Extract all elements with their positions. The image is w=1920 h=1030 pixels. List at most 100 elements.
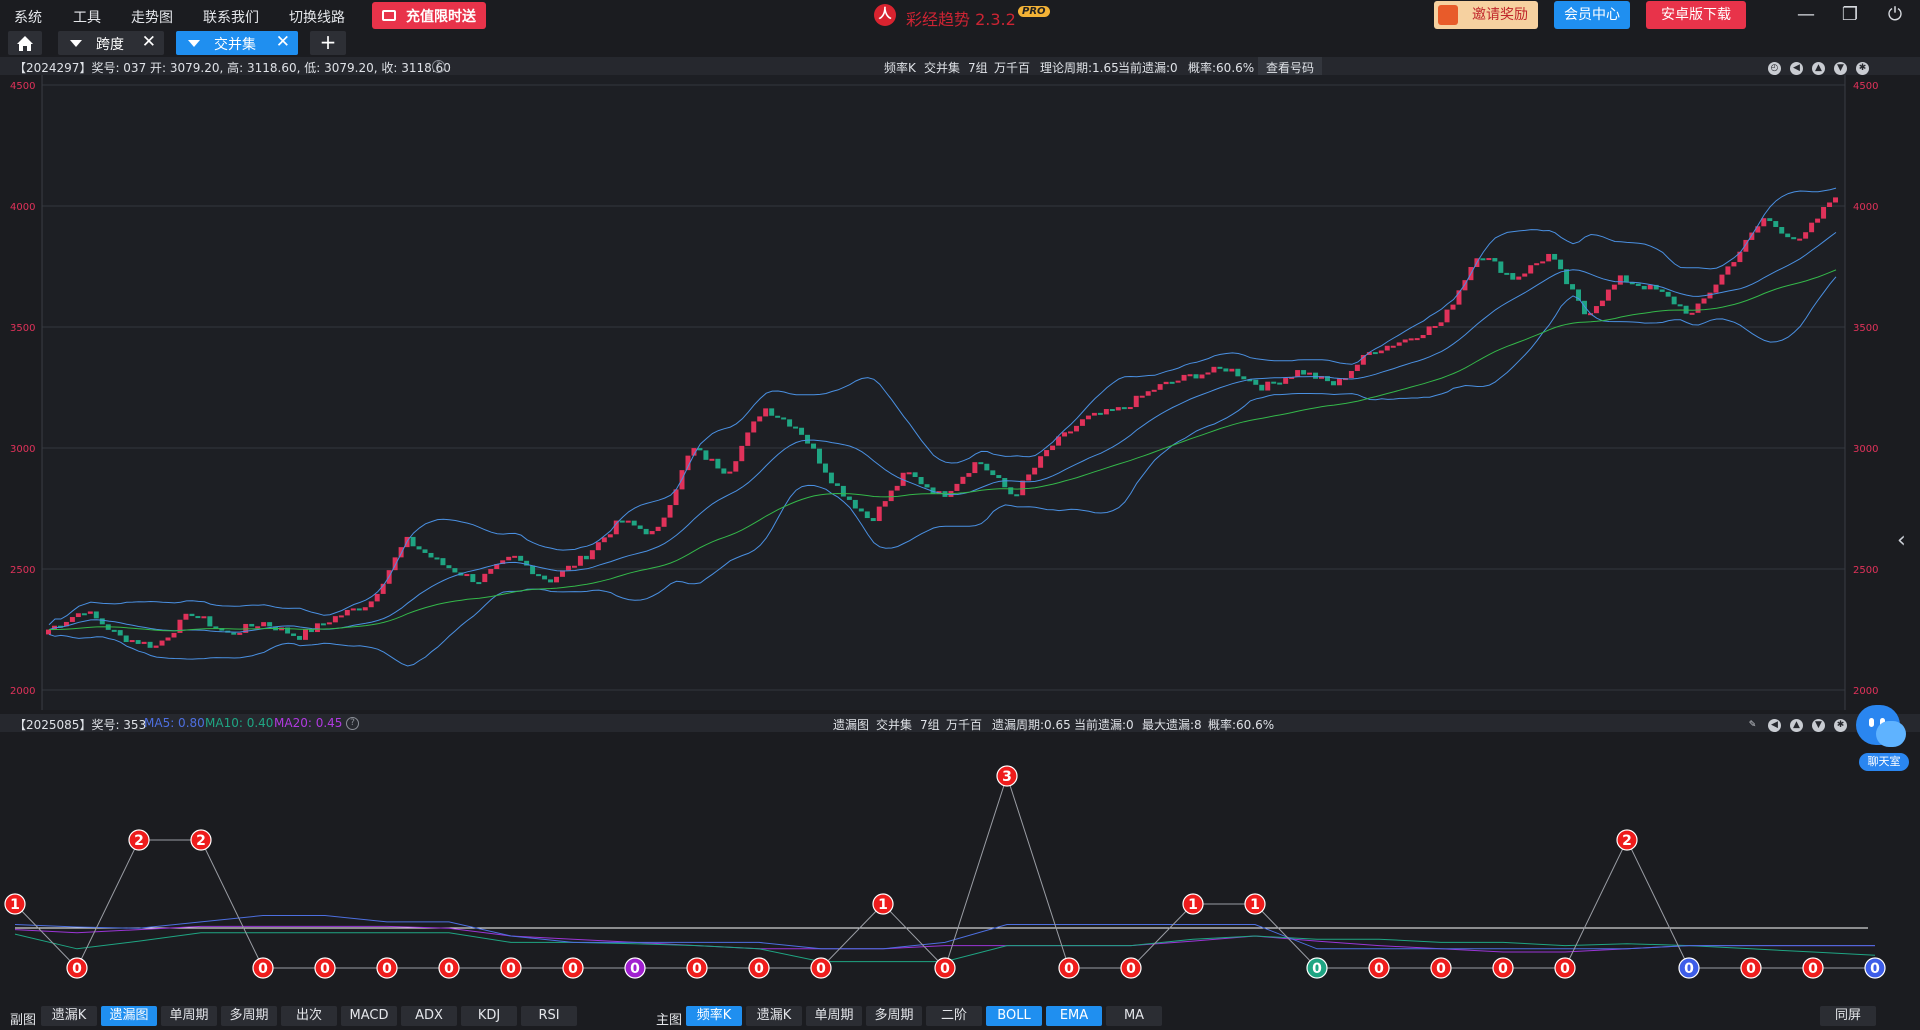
- back-icon[interactable]: ◀: [1790, 62, 1803, 75]
- candle: [715, 458, 721, 469]
- menu-switch-line[interactable]: 切换线路: [289, 7, 345, 27]
- compass-icon[interactable]: ◴: [1768, 62, 1781, 75]
- omission-value-label: 3: [1002, 769, 1012, 785]
- y-tick-label-left: 3500: [10, 323, 35, 334]
- candle: [1623, 275, 1629, 283]
- candle: [924, 484, 930, 488]
- restore-icon[interactable]: ❐: [1838, 3, 1862, 27]
- candle: [1151, 389, 1157, 392]
- sub-chart-button[interactable]: KDJ: [461, 1006, 517, 1026]
- sub-chart-button[interactable]: 遗漏图: [101, 1006, 157, 1026]
- minimize-icon[interactable]: —: [1794, 3, 1818, 27]
- collapse-panel-icon[interactable]: ‹: [1897, 528, 1906, 553]
- help-icon[interactable]: ?: [432, 60, 445, 73]
- candle: [1253, 379, 1259, 385]
- sub-chart-button[interactable]: 遗漏K: [41, 1006, 97, 1026]
- recharge-promo-button[interactable]: 充值限时送: [372, 2, 486, 29]
- menu-system[interactable]: 系统: [14, 7, 42, 27]
- main-chart-button[interactable]: 频率K: [686, 1006, 742, 1026]
- main-setting-digits: 万千百: [994, 61, 1031, 75]
- candle: [1062, 432, 1068, 437]
- candle: [894, 485, 900, 491]
- sub-chart-button[interactable]: 出次: [281, 1006, 337, 1026]
- android-download-button[interactable]: 安卓版下载: [1646, 1, 1746, 29]
- candle: [1833, 197, 1838, 203]
- candle: [1313, 372, 1319, 379]
- candle: [93, 611, 99, 619]
- sub-chart-button[interactable]: MACD: [341, 1006, 397, 1026]
- bottom-toolbar: 副图 遗漏K 遗漏图 单周期 多周期 出次 MACD ADX KDJ RSI 主图 频率K 遗漏K…: [0, 1003, 1920, 1030]
- main-chart-button[interactable]: 二阶: [926, 1006, 982, 1026]
- settings-icon[interactable]: ✱: [1834, 719, 1847, 732]
- sub-chart-button[interactable]: ADX: [401, 1006, 457, 1026]
- omission-value-label: 1: [878, 897, 888, 913]
- candle: [793, 426, 799, 429]
- invite-reward-button[interactable]: 邀请奖励: [1434, 1, 1538, 29]
- back-icon[interactable]: ◀: [1768, 719, 1781, 732]
- up-icon[interactable]: ▲: [1812, 62, 1825, 75]
- main-chart-button[interactable]: MA: [1106, 1006, 1162, 1026]
- menu-tools[interactable]: 工具: [73, 7, 101, 27]
- main-setting-current-miss: 当前遗漏:0: [1118, 61, 1178, 75]
- pin-icon[interactable]: ✎: [1746, 719, 1759, 732]
- home-icon: [17, 36, 33, 51]
- candle: [613, 520, 619, 535]
- sync-screen-button[interactable]: 同屏: [1820, 1006, 1876, 1026]
- dropdown-icon: [70, 40, 82, 47]
- candle: [548, 579, 554, 583]
- candle: [554, 576, 559, 583]
- settings-icon[interactable]: ✱: [1856, 62, 1869, 75]
- menu-contact-us[interactable]: 联系我们: [203, 7, 259, 27]
- omission-chart[interactable]: 1 0 2 2 0 0 0 0 0 0 0 0 0 0 1 0 3 0 0 1 1 0 0 0 0 0 2 0 0 0 0: [0, 733, 1920, 1001]
- app-window: 系统 工具 走势图 联系我们 切换线路 充值限时送 人 彩经趋势 2.3.2 P…: [0, 0, 1920, 1030]
- candle: [1283, 378, 1289, 384]
- down-icon[interactable]: ▼: [1812, 719, 1825, 732]
- power-icon[interactable]: ⏻: [1883, 3, 1907, 27]
- help-icon[interactable]: ?: [346, 717, 359, 730]
- candle: [1044, 450, 1050, 457]
- menu-trend-chart[interactable]: 走势图: [131, 7, 173, 27]
- dropdown-icon: [188, 40, 200, 47]
- candle: [852, 499, 858, 509]
- candle: [302, 629, 308, 640]
- member-center-button[interactable]: 会员中心: [1554, 1, 1630, 29]
- candle: [506, 556, 512, 561]
- sub-chart-button[interactable]: RSI: [521, 1006, 577, 1026]
- omission-value-label: 0: [1126, 961, 1136, 977]
- main-chart-button[interactable]: 遗漏K: [746, 1006, 802, 1026]
- candle: [775, 415, 781, 418]
- candle: [1091, 412, 1097, 416]
- omission-value-label: 0: [754, 961, 764, 977]
- main-chart-button[interactable]: 单周期: [806, 1006, 862, 1026]
- candle: [996, 475, 1002, 479]
- view-numbers-button[interactable]: 查看号码: [1258, 57, 1323, 75]
- candle: [828, 472, 834, 484]
- main-chart-button[interactable]: 多周期: [866, 1006, 922, 1026]
- home-button[interactable]: [8, 31, 42, 55]
- main-chart-button[interactable]: BOLL: [986, 1006, 1042, 1026]
- candle: [231, 632, 237, 635]
- candle: [1402, 339, 1408, 343]
- main-setting-period: 理论周期:1.65: [1040, 61, 1119, 75]
- up-icon[interactable]: ▲: [1790, 719, 1803, 732]
- candle: [1701, 298, 1707, 304]
- candle: [1797, 238, 1803, 241]
- close-icon[interactable]: ✕: [276, 32, 290, 52]
- candle: [811, 443, 816, 449]
- sub-chart-button[interactable]: 多周期: [221, 1006, 277, 1026]
- main-chart-button[interactable]: EMA: [1046, 1006, 1102, 1026]
- candle: [1193, 374, 1199, 379]
- close-icon[interactable]: ✕: [142, 32, 156, 52]
- omission-value-label: 0: [568, 961, 578, 977]
- sub-chart-button[interactable]: 单周期: [161, 1006, 217, 1026]
- tab-span[interactable]: 跨度 ✕: [58, 31, 164, 55]
- add-tab-button[interactable]: +: [310, 31, 346, 55]
- tab-union-intersection[interactable]: 交并集 ✕: [176, 31, 298, 55]
- chat-room-button[interactable]: 聊天室: [1856, 705, 1912, 775]
- candle: [1259, 384, 1265, 391]
- frequency-k-chart[interactable]: 2000 2000 2500 2500 3000 3000 3500 3500 4000 4000…: [0, 75, 1920, 710]
- down-icon[interactable]: ▼: [1834, 62, 1847, 75]
- ma5-value: MA5: 0.80: [144, 716, 205, 730]
- brand-logo-icon: 人: [874, 4, 896, 26]
- candle: [1749, 232, 1755, 240]
